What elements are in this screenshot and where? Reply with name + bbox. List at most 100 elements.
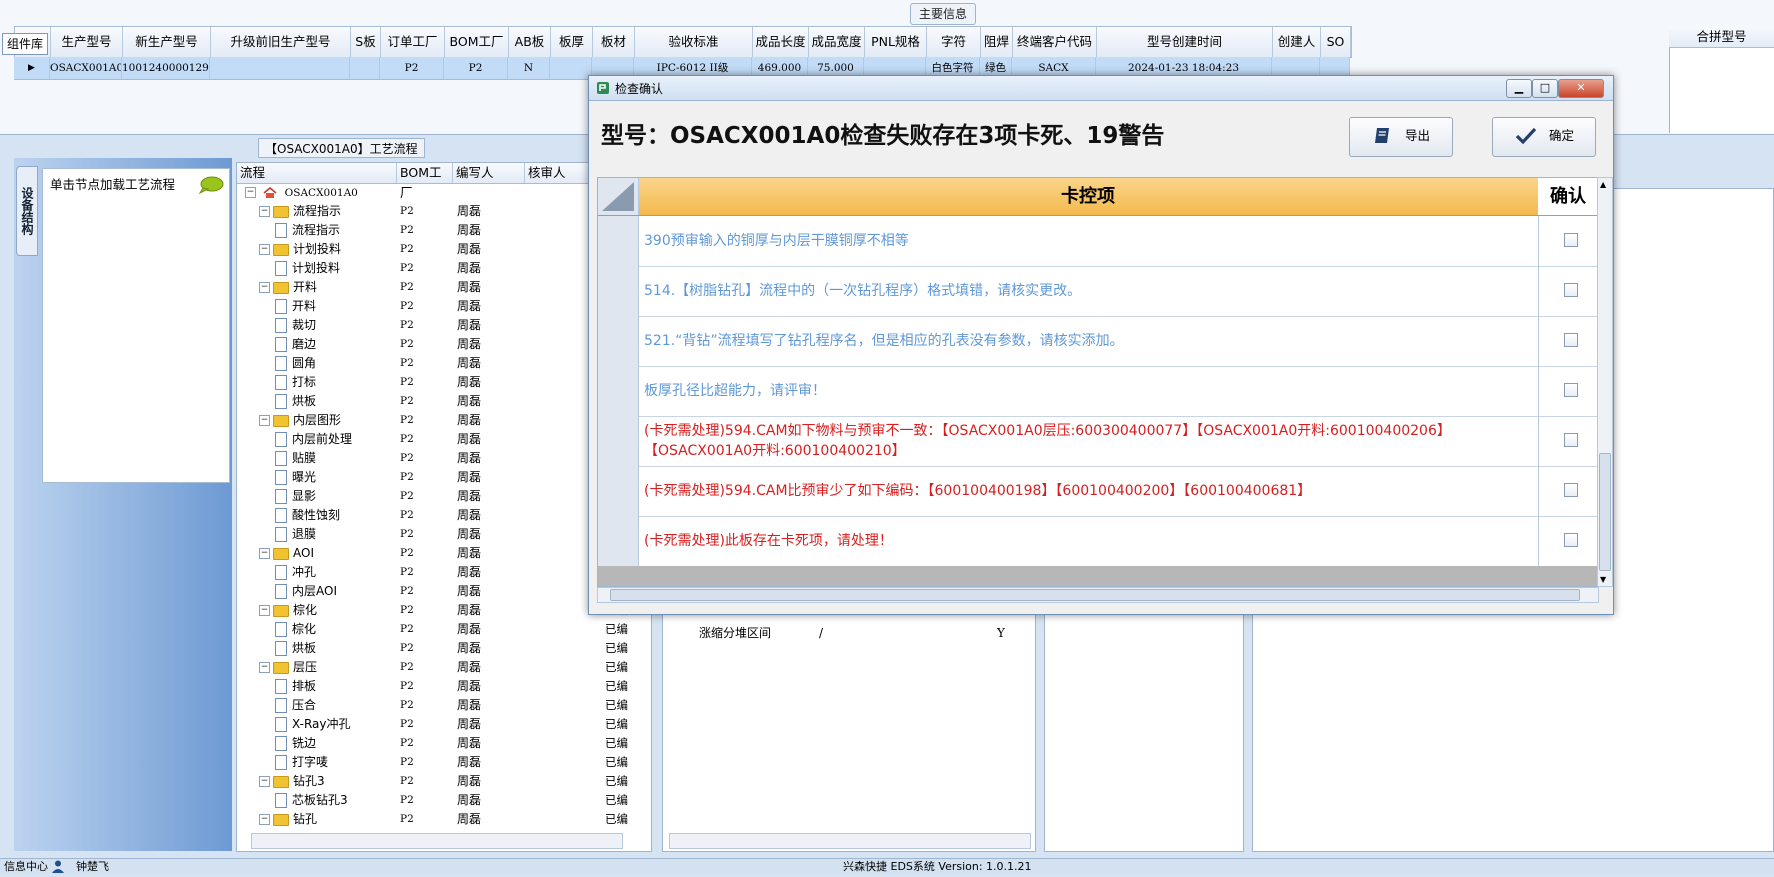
grid-cell[interactable] [550, 57, 592, 79]
column-header[interactable]: 型号创建时间 [1097, 27, 1273, 57]
column-header[interactable]: 板材 [593, 27, 635, 57]
column-header[interactable]: PNL规格 [865, 27, 927, 57]
row-header[interactable] [598, 466, 639, 516]
column-header-confirm[interactable]: 确认 [1538, 178, 1598, 215]
tree-row[interactable]: X-Ray冲孔 P2 周磊 已编 [237, 715, 651, 734]
tree-column-header[interactable]: 流程 [237, 163, 397, 183]
tree-node[interactable]: 流程指示 [275, 221, 340, 240]
tree-node[interactable]: X-Ray冲孔 [275, 715, 350, 734]
tree-node[interactable]: 棕化 [275, 620, 316, 639]
tree-node[interactable]: − 计划投料 [259, 240, 341, 259]
tree-node[interactable]: 压合 [275, 696, 316, 715]
row-header[interactable] [598, 416, 639, 466]
minimize-button[interactable]: ▁ [1506, 79, 1532, 98]
tree-node[interactable]: 烘板 [275, 639, 316, 658]
column-header-kong[interactable]: 卡控项 [638, 178, 1539, 215]
tree-row[interactable]: 压合 P2 周磊 已编 [237, 696, 651, 715]
tree-node[interactable]: 冲孔 [275, 563, 316, 582]
collapse-icon[interactable]: − [259, 776, 270, 787]
column-header[interactable]: 验收标准 [635, 27, 753, 57]
column-header[interactable]: BOM工厂 [445, 27, 509, 57]
collapse-icon[interactable]: − [259, 244, 270, 255]
tree-node[interactable]: 打标 [275, 373, 316, 392]
tree-node[interactable]: 计划投料 [275, 259, 340, 278]
grid-horizontal-scrollbar[interactable] [597, 587, 1599, 603]
tree-node[interactable]: 显影 [275, 487, 316, 506]
tree-node[interactable]: − 棕化 [259, 601, 317, 620]
column-header[interactable]: 生产型号 [51, 27, 123, 57]
dialog-titlebar[interactable]: 检查确认 ▁ □ ✕ [589, 76, 1613, 101]
confirm-checkbox[interactable] [1564, 433, 1578, 447]
tree-row[interactable]: 排板 P2 周磊 已编 [237, 677, 651, 696]
collapse-icon[interactable]: − [245, 187, 256, 198]
check-item-row[interactable]: 521.“背钻”流程填写了钻孔程序名，但是相应的孔表没有参数，请核实添加。 [598, 316, 1598, 367]
check-item-row[interactable]: 390预审输入的铜厚与内层干膜铜厚不相等 [598, 216, 1598, 267]
tree-row[interactable]: − 钻孔3 P2 周磊 已编 [237, 772, 651, 791]
tree-node[interactable]: 圆角 [275, 354, 316, 373]
column-header[interactable]: S板 [351, 27, 381, 57]
grid-cell[interactable] [350, 57, 380, 79]
tree-column-header[interactable]: 编写人 [453, 163, 525, 183]
column-header[interactable]: SO [1321, 27, 1351, 57]
collapse-icon[interactable]: − [259, 662, 270, 673]
tree-node[interactable]: 开料 [275, 297, 316, 316]
tree-row[interactable]: 棕化 P2 周磊 已编 [237, 620, 651, 639]
tree-node[interactable]: 裁切 [275, 316, 316, 335]
tree-node[interactable]: 芯板钻孔3 [275, 791, 348, 810]
tree-node[interactable]: − AOI [259, 544, 314, 563]
confirm-checkbox[interactable] [1564, 383, 1578, 397]
maximize-button[interactable]: □ [1532, 79, 1558, 98]
collapse-icon[interactable]: − [259, 548, 270, 559]
tree-column-header[interactable]: BOM工厂 [397, 163, 453, 200]
tree-node[interactable]: 铣边 [275, 734, 316, 753]
row-selector-icon[interactable]: ▶ [14, 57, 50, 79]
tree-node[interactable]: 内层AOI [275, 582, 337, 601]
grid-cell[interactable]: P2 [380, 57, 444, 79]
tree-row[interactable]: 铣边 P2 周磊 已编 [237, 734, 651, 753]
column-header[interactable]: 创建人 [1273, 27, 1321, 57]
side-tab-device-structure[interactable]: 设备结构 [16, 166, 38, 256]
grid-cell[interactable] [210, 57, 350, 79]
column-header[interactable]: 板厚 [551, 27, 593, 57]
tree-node[interactable]: 酸性蚀刻 [275, 506, 340, 525]
tree-node[interactable]: 内层前处理 [275, 430, 352, 449]
column-header[interactable]: 新生产型号 [123, 27, 211, 57]
horizontal-scroll-thumb[interactable] [610, 589, 1580, 601]
column-header[interactable]: 升级前旧生产型号 [211, 27, 351, 57]
collapse-icon[interactable]: − [259, 814, 270, 825]
grid-vertical-scrollbar[interactable]: ▲ ▼ [1597, 177, 1613, 587]
column-header[interactable]: 订单工厂 [381, 27, 445, 57]
tree-row[interactable]: 烘板 P2 周磊 已编 [237, 639, 651, 658]
column-header[interactable]: AB板 [509, 27, 551, 57]
tree-node[interactable]: − 层压 [259, 658, 317, 677]
tree-node[interactable]: 曝光 [275, 468, 316, 487]
confirm-checkbox[interactable] [1564, 283, 1578, 297]
tree-row[interactable]: − 钻孔 P2 周磊 已编 [237, 810, 651, 829]
check-item-row[interactable]: (卡死需处理)594.CAM比预审少了如下编码：【600100400198】【6… [598, 466, 1598, 517]
column-header[interactable]: 阻焊 [981, 27, 1013, 57]
grid-cell[interactable]: N [508, 57, 550, 79]
confirm-checkbox[interactable] [1564, 483, 1578, 497]
confirm-checkbox[interactable] [1564, 533, 1578, 547]
row-header[interactable] [598, 366, 639, 416]
confirm-button[interactable]: 确定 [1492, 117, 1596, 157]
confirm-checkbox[interactable] [1564, 333, 1578, 347]
tree-row[interactable]: 芯板钻孔3 P2 周磊 已编 [237, 791, 651, 810]
grid-cell[interactable]: P2 [444, 57, 508, 79]
component-lib-button[interactable]: 组件库 [2, 33, 48, 55]
tree-row[interactable]: 打字唛 P2 周磊 已编 [237, 753, 651, 772]
attribute-row[interactable]: 涨缩分堆区间 / Y [663, 623, 1035, 643]
check-item-row[interactable]: 板厚孔径比超能力，请评审！ [598, 366, 1598, 417]
check-item-row[interactable]: (卡死需处理)594.CAM如下物料与预审不一致：【OSACX001A0层压:6… [598, 416, 1598, 467]
tree-node[interactable]: 磨边 [275, 335, 316, 354]
tree-node[interactable]: 排板 [275, 677, 316, 696]
column-header[interactable]: 成品宽度 [809, 27, 865, 57]
select-all-corner[interactable] [598, 178, 639, 215]
tree-row[interactable]: − 层压 P2 周磊 已编 [237, 658, 651, 677]
collapse-icon[interactable]: − [259, 206, 270, 217]
tree-node[interactable]: − 流程指示 [259, 202, 341, 221]
tree-node[interactable]: − 内层图形 [259, 411, 341, 430]
tree-node[interactable]: 贴膜 [275, 449, 316, 468]
attribute-horizontal-scrollbar[interactable] [669, 833, 1031, 849]
collapse-icon[interactable]: − [259, 605, 270, 616]
